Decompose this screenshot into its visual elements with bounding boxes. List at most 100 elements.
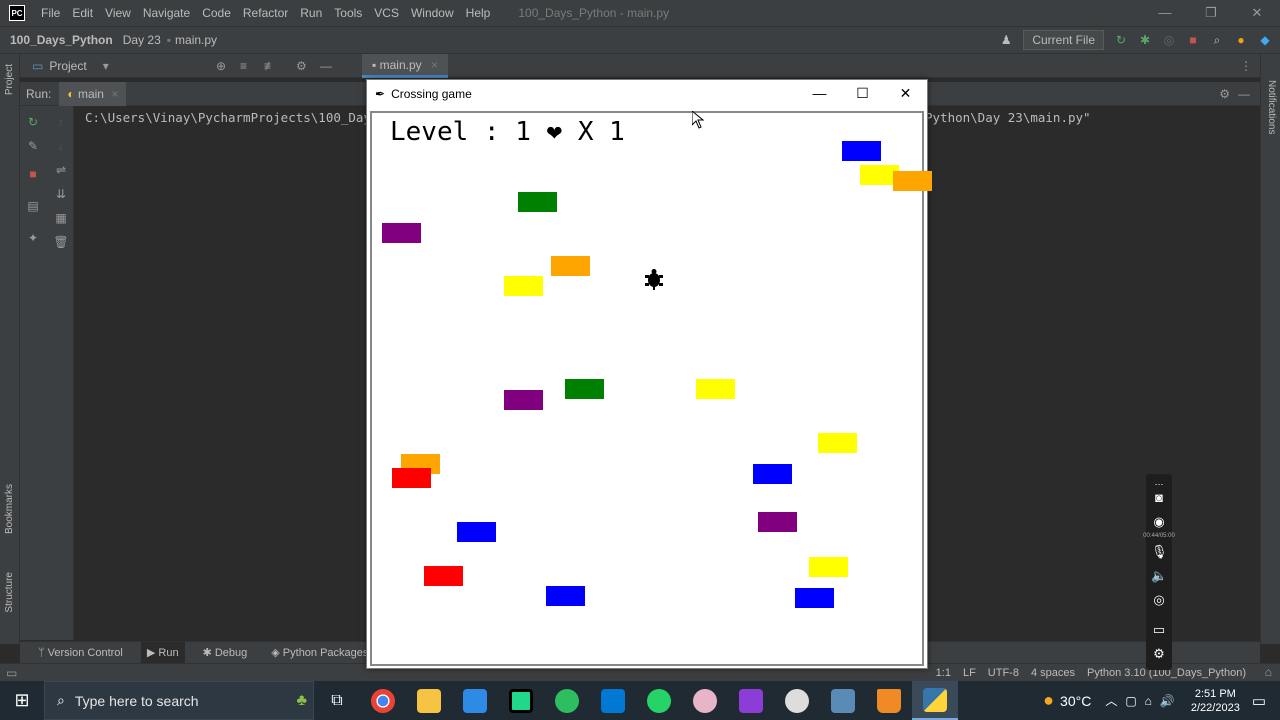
settings-icon[interactable]: ⚙	[296, 59, 307, 73]
notifications-tool-button[interactable]: Notifications	[1266, 80, 1277, 134]
chevron-down-icon[interactable]: ▾	[103, 59, 109, 73]
collapse-all-icon[interactable]: ≢	[264, 59, 276, 73]
search-icon[interactable]: ⌕	[1210, 33, 1224, 47]
close-tab-icon[interactable]: ×	[111, 87, 118, 101]
scroll-end-icon[interactable]: ⇊	[53, 186, 69, 202]
soft-wrap-icon[interactable]: ⇌	[53, 162, 69, 178]
stop-icon[interactable]: ■	[25, 166, 41, 182]
speaker-icon[interactable]: 🔈	[1151, 568, 1167, 584]
version-control-tab[interactable]: ᛘ Version Control	[32, 642, 129, 664]
project-panel-label[interactable]: Project	[49, 59, 86, 73]
network-icon[interactable]: ⌂	[1145, 694, 1152, 708]
settings-icon[interactable]: ⚙	[1219, 87, 1230, 101]
locate-icon[interactable]: ⊕	[216, 59, 226, 73]
menu-view[interactable]: View	[99, 6, 137, 20]
intellij-icon[interactable]	[728, 681, 774, 720]
status-window-icon[interactable]: ▭	[6, 666, 17, 680]
evernote-icon[interactable]	[544, 681, 590, 720]
camera-icon[interactable]: ◙	[1151, 490, 1167, 506]
breadcrumb-file[interactable]: main.py	[175, 33, 217, 47]
menu-help[interactable]: Help	[460, 6, 497, 20]
vlc-icon[interactable]	[866, 681, 912, 720]
print-icon[interactable]: ▦	[53, 210, 69, 226]
breadcrumb-folder[interactable]: Day 23	[123, 33, 161, 47]
car-red	[424, 566, 463, 586]
hide-icon[interactable]: —	[1238, 87, 1250, 101]
close-icon[interactable]: ✕	[1234, 0, 1280, 26]
run-tool-tab[interactable]: ▶ Run	[140, 641, 185, 664]
menu-window[interactable]: Window	[405, 6, 460, 20]
stop-icon[interactable]: ■	[1186, 33, 1200, 47]
file-encoding[interactable]: UTF-8	[988, 664, 1019, 682]
structure-tool-button[interactable]: Structure	[4, 572, 15, 613]
brain-app-icon[interactable]	[682, 681, 728, 720]
volume-icon[interactable]: 🔊	[1160, 694, 1175, 708]
taskbar-search-box[interactable]: ⌕ Type here to search ♣	[44, 681, 314, 720]
bookmarks-tool-button[interactable]: Bookmarks	[4, 484, 15, 534]
hide-icon[interactable]: —	[320, 59, 332, 73]
microphone-icon[interactable]: 🎙	[1151, 544, 1168, 560]
tray-chevron-up-icon[interactable]: ︿	[1105, 692, 1117, 709]
notification-center-icon[interactable]: ▭	[1252, 692, 1266, 710]
jetbrains-icon[interactable]: ◆	[1258, 33, 1272, 47]
restore-icon[interactable]: ❐	[1188, 0, 1234, 26]
gear-icon[interactable]: ⚙	[1151, 646, 1167, 662]
rerun-icon[interactable]: ↻	[1114, 33, 1128, 47]
menu-code[interactable]: Code	[196, 6, 237, 20]
pycharm-taskbar-icon[interactable]	[498, 681, 544, 720]
maximize-icon[interactable]: ☐	[841, 80, 884, 107]
rerun-icon[interactable]: ↻	[25, 114, 41, 130]
taskbar-clock[interactable]: 2:51 PM 2/22/2023	[1191, 687, 1240, 715]
remote-app-icon[interactable]	[820, 681, 866, 720]
user-icon[interactable]: ♟	[999, 33, 1013, 47]
layout-icon[interactable]: ▤	[25, 198, 41, 214]
expand-all-icon[interactable]: ≡	[240, 59, 247, 73]
python-packages-tab[interactable]: ◈ Python Packages	[265, 642, 374, 664]
project-tool-button[interactable]: Project	[4, 64, 15, 95]
coverage-icon[interactable]: ◎	[1162, 33, 1176, 47]
task-view-icon[interactable]: ⧉	[314, 681, 360, 720]
vscode-icon[interactable]	[590, 681, 636, 720]
device-icon[interactable]: ▢	[1125, 694, 1136, 708]
close-tab-icon[interactable]: ×	[431, 58, 438, 72]
indent-setting[interactable]: 4 spaces	[1031, 664, 1075, 682]
lock-icon[interactable]: ⌂	[1265, 665, 1272, 679]
webcam-icon[interactable]: ◎	[1151, 592, 1167, 608]
window-capture-icon[interactable]: ▭	[1151, 622, 1167, 638]
record-icon[interactable]: ◉	[1151, 514, 1167, 530]
python-taskbar-icon[interactable]	[912, 681, 958, 720]
file-explorer-icon[interactable]	[406, 681, 452, 720]
weather-widget[interactable]: ● 30°C	[1043, 690, 1091, 711]
pin-icon[interactable]: ✦	[25, 230, 41, 246]
menu-run[interactable]: Run	[294, 6, 328, 20]
whatsapp-icon[interactable]	[636, 681, 682, 720]
debug-tab[interactable]: ✱ Debug	[197, 642, 254, 664]
line-separator[interactable]: LF	[963, 664, 976, 682]
menu-file[interactable]: File	[35, 6, 66, 20]
run-configuration-select[interactable]: Current File	[1023, 30, 1104, 50]
debug-icon[interactable]: ✱	[1138, 33, 1152, 47]
run-tab-main[interactable]: ◐ main ×	[59, 81, 127, 106]
windows-start-icon[interactable]: ⊞	[0, 681, 44, 720]
menu-refactor[interactable]: Refactor	[237, 6, 294, 20]
menu-navigate[interactable]: Navigate	[137, 6, 196, 20]
cursor-position[interactable]: 1:1	[936, 664, 951, 682]
arrow-down-icon[interactable]: ↓	[53, 138, 69, 154]
microsoft-store-icon[interactable]	[452, 681, 498, 720]
clock-app-icon[interactable]	[774, 681, 820, 720]
editor-tab-main[interactable]: ▪ main.py ×	[362, 54, 448, 78]
chrome-icon[interactable]	[360, 681, 406, 720]
trash-icon[interactable]: 🗑	[53, 234, 69, 250]
menu-vcs[interactable]: VCS	[368, 6, 405, 20]
wrench-icon[interactable]: ✎	[25, 138, 41, 154]
arrow-up-icon[interactable]: ↑	[53, 114, 69, 130]
menu-tools[interactable]: Tools	[328, 6, 368, 20]
breadcrumb-project[interactable]: 100_Days_Python	[10, 33, 113, 47]
more-icon[interactable]: ⋮	[1240, 59, 1252, 73]
close-icon[interactable]: ✕	[884, 80, 927, 107]
game-canvas[interactable]: Level : 1 ❤ X 1	[370, 111, 932, 666]
update-icon[interactable]: ●	[1234, 33, 1248, 47]
minimize-icon[interactable]: —	[1142, 0, 1188, 26]
minimize-icon[interactable]: —	[798, 80, 841, 107]
menu-edit[interactable]: Edit	[66, 6, 99, 20]
